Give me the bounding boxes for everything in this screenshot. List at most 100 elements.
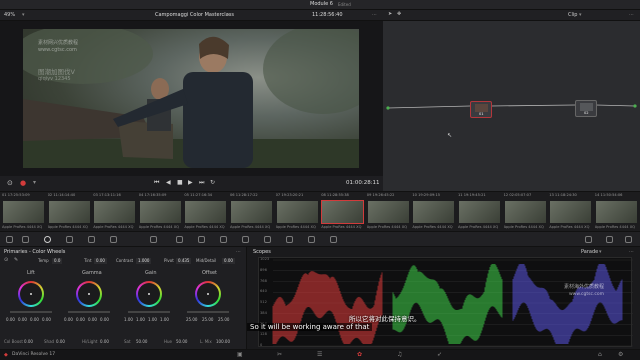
- offset-g-value[interactable]: 25.00: [202, 317, 213, 322]
- sizing-icon[interactable]: [308, 236, 315, 243]
- camera-raw-icon[interactable]: [6, 236, 13, 243]
- qualifier-icon[interactable]: [176, 236, 183, 243]
- eyedropper-icon[interactable]: ✎: [14, 258, 18, 263]
- offset-wheel[interactable]: [195, 281, 221, 307]
- lift-wheel[interactable]: [18, 281, 44, 307]
- clip-thumbnail[interactable]: 02 11:14:14:40 Apple ProRes 4444 XQ: [48, 192, 91, 232]
- contrast-value[interactable]: 1.000: [136, 258, 152, 264]
- chevron-down-icon[interactable]: ▾: [227, 13, 230, 18]
- home-icon[interactable]: ⌂: [598, 352, 602, 358]
- go-to-end-icon[interactable]: ⏭: [199, 180, 204, 186]
- video-frame[interactable]: 素材网兴优质教程 www.cgtsc.com 图潮加图伐V qiqiyv 123…: [23, 29, 359, 168]
- clip-thumbnail[interactable]: 14 11:50:54:06 Apple ProRes 4444 XQ: [595, 192, 638, 232]
- edit-page-icon[interactable]: ☰: [317, 352, 322, 358]
- hand-tool-icon[interactable]: ✥: [397, 12, 401, 17]
- pivot-value[interactable]: 0.435: [176, 258, 192, 264]
- scope-mode-dropdown[interactable]: Parade: [581, 250, 598, 255]
- node-02[interactable]: 02: [575, 100, 597, 117]
- node-01[interactable]: 01: [470, 101, 492, 118]
- gamma-r-value[interactable]: 0.00: [76, 317, 85, 322]
- offset-master-slider[interactable]: [187, 311, 229, 313]
- colboost-value[interactable]: 0.00: [24, 339, 33, 344]
- curves-icon[interactable]: [150, 236, 157, 243]
- chevron-down-icon[interactable]: ▾: [22, 13, 25, 18]
- color-wheels-icon[interactable]: [44, 236, 51, 243]
- gain-r-value[interactable]: 1.00: [136, 317, 145, 322]
- gamma-g-value[interactable]: 0.00: [88, 317, 97, 322]
- magic-mask-icon[interactable]: [242, 236, 249, 243]
- chevron-down-icon[interactable]: ▾: [33, 180, 36, 186]
- motion-effects-icon[interactable]: [110, 236, 117, 243]
- middetail-value[interactable]: 0.00: [222, 258, 235, 264]
- clip-thumbnail[interactable]: 06 11:28:17:22 Apple ProRes 4444 XQ: [230, 192, 273, 232]
- key-icon[interactable]: [286, 236, 293, 243]
- lift-y-value[interactable]: 0.00: [6, 317, 15, 322]
- clip-thumbnail[interactable]: 11 19:19:45:21 Apple ProRes 4444 XQ: [458, 192, 501, 232]
- gain-b-value[interactable]: 1.00: [160, 317, 169, 322]
- info-icon[interactable]: [606, 236, 613, 243]
- play-reverse-icon[interactable]: ◀: [166, 180, 171, 186]
- loop-icon[interactable]: ↻: [210, 180, 215, 186]
- play-icon[interactable]: ▶: [188, 180, 193, 186]
- node-mode-dropdown[interactable]: Clip: [568, 13, 577, 18]
- media-page-icon[interactable]: ▣: [237, 352, 243, 358]
- offset-r-value[interactable]: 25.00: [186, 317, 197, 322]
- chevron-down-icon[interactable]: ▾: [579, 13, 582, 18]
- gamma-wheel[interactable]: [76, 281, 102, 307]
- record-icon[interactable]: ●: [20, 180, 26, 187]
- gamma-master-slider[interactable]: [68, 311, 110, 313]
- hue-value[interactable]: 50.00: [176, 339, 187, 344]
- rgb-mixer-icon[interactable]: [88, 236, 95, 243]
- speed-icon[interactable]: ⊙: [7, 180, 13, 187]
- chevron-down-icon[interactable]: ▾: [599, 250, 602, 255]
- lift-master-slider[interactable]: [10, 311, 52, 313]
- gain-g-value[interactable]: 1.00: [148, 317, 157, 322]
- clip-thumbnail[interactable]: 12 02:05:07:07 Apple ProRes 4444 XQ: [504, 192, 547, 232]
- more-options-icon[interactable]: ⋯: [629, 250, 634, 255]
- cut-page-icon[interactable]: ✂: [277, 352, 282, 358]
- clip-thumbnail[interactable]: 07 19:23:20:21 Apple ProRes 4444 XQ: [276, 192, 319, 232]
- go-to-start-icon[interactable]: ⏮: [154, 180, 159, 186]
- 3d-icon[interactable]: [330, 236, 337, 243]
- power-window-icon[interactable]: [198, 236, 205, 243]
- clip-thumbnail[interactable]: 04 17:16:35:09 Apple ProRes 4444 XQ: [139, 192, 182, 232]
- hilight-value[interactable]: 0.00: [100, 339, 109, 344]
- stop-icon[interactable]: ■: [177, 180, 183, 186]
- histogram-icon[interactable]: [585, 236, 592, 243]
- hdr-wheels-icon[interactable]: [66, 236, 73, 243]
- expand-icon[interactable]: [625, 236, 632, 243]
- clip-thumbnail[interactable]: 08 11:28:55:38 Apple ProRes 4444 XQ: [321, 192, 365, 232]
- tint-value[interactable]: 0.00: [94, 258, 107, 264]
- lift-r-value[interactable]: 0.00: [18, 317, 27, 322]
- gain-master-slider[interactable]: [128, 311, 170, 313]
- shad-value[interactable]: 0.00: [56, 339, 65, 344]
- clip-thumbnail[interactable]: 13 11:18:24:30 Apple ProRes 4444 XQ: [549, 192, 592, 232]
- sat-value[interactable]: 50.00: [136, 339, 147, 344]
- lift-g-value[interactable]: 0.00: [30, 317, 39, 322]
- zoom-dropdown[interactable]: 49%: [4, 13, 15, 18]
- more-options-icon[interactable]: ⋯: [236, 250, 241, 255]
- settings-icon[interactable]: ⚙: [618, 352, 623, 358]
- timeline-title[interactable]: Campomaggi Color Masterclass: [155, 13, 234, 18]
- more-options-icon[interactable]: ⋯: [629, 13, 634, 18]
- gamma-y-value[interactable]: 0.00: [64, 317, 73, 322]
- lift-b-value[interactable]: 0.00: [42, 317, 51, 322]
- tracker-icon[interactable]: [220, 236, 227, 243]
- more-options-icon[interactable]: ⋯: [372, 13, 377, 18]
- pointer-tool-icon[interactable]: ➤: [388, 12, 392, 17]
- gain-y-value[interactable]: 1.00: [124, 317, 133, 322]
- deliver-page-icon[interactable]: ➶: [437, 352, 442, 358]
- clip-thumbnail[interactable]: 09 19:26:45:22 Apple ProRes 4444 XQ: [367, 192, 410, 232]
- lmix-value[interactable]: 100.00: [216, 339, 230, 344]
- fairlight-page-icon[interactable]: ♫: [397, 352, 402, 358]
- gain-wheel[interactable]: [136, 281, 162, 307]
- clip-thumbnail[interactable]: 03 17:13:11:16 Apple ProRes 4444 XQ: [93, 192, 136, 232]
- color-match-icon[interactable]: [22, 236, 29, 243]
- clip-thumbnail[interactable]: 01 17:25:53:09 Apple ProRes 4444 XQ: [2, 192, 45, 232]
- clip-thumbnail[interactable]: 10 19:29:09:15 Apple ProRes 4444 XQ: [412, 192, 455, 232]
- clip-thumbnail[interactable]: 05 11:27:16:34 Apple ProRes 4444 XQ: [184, 192, 227, 232]
- temp-value[interactable]: 0.0: [52, 258, 63, 264]
- blur-icon[interactable]: [264, 236, 271, 243]
- reset-icon[interactable]: ⊙: [4, 258, 8, 263]
- offset-b-value[interactable]: 25.00: [218, 317, 229, 322]
